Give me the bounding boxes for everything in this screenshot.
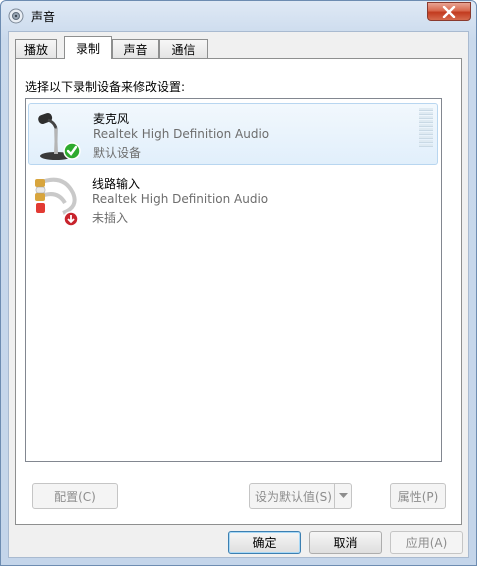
- tab-communications[interactable]: 通信: [159, 39, 208, 59]
- microphone-icon: [38, 112, 81, 160]
- set-default-dropdown-arrow[interactable]: [334, 484, 351, 508]
- line-in-cable-icon: [35, 177, 79, 227]
- recording-device-list[interactable]: 麦克风 Realtek High Definition Audio 默认设备 线…: [25, 98, 442, 462]
- speaker-icon: [8, 8, 24, 24]
- ok-button[interactable]: 确定: [228, 531, 301, 554]
- device-driver: Realtek High Definition Audio: [93, 127, 270, 141]
- device-status: 默认设备: [93, 146, 142, 160]
- close-button[interactable]: [427, 2, 471, 21]
- close-icon: [442, 5, 456, 18]
- configure-button[interactable]: 配置(C): [32, 483, 118, 509]
- device-item-microphone[interactable]: 麦克风 Realtek High Definition Audio 默认设备: [28, 103, 438, 165]
- dialog-client-area: 播放 录制 声音 通信 选择以下录制设备来修改设置: 麦克风 Realtek H…: [8, 31, 469, 558]
- input-level-meter: [419, 108, 433, 148]
- device-status: 未插入: [92, 211, 129, 225]
- title-bar[interactable]: 声音: [1, 1, 476, 31]
- cancel-button[interactable]: 取消: [309, 531, 382, 554]
- device-name: 线路输入: [92, 177, 141, 191]
- device-item-line-in[interactable]: 线路输入 Realtek High Definition Audio 未插入: [28, 169, 438, 231]
- device-driver: Realtek High Definition Audio: [92, 192, 269, 206]
- set-default-split-button[interactable]: 设为默认值(S): [249, 483, 352, 509]
- apply-button[interactable]: 应用(A): [390, 531, 463, 554]
- window-title: 声音: [31, 10, 56, 24]
- properties-button[interactable]: 属性(P): [390, 483, 446, 509]
- tab-sounds[interactable]: 声音: [112, 39, 159, 59]
- set-default-label: 设为默认值(S): [255, 489, 332, 504]
- tab-recording[interactable]: 录制: [64, 36, 112, 59]
- instruction-text: 选择以下录制设备来修改设置:: [25, 80, 186, 94]
- chevron-down-icon: [338, 493, 348, 498]
- tab-playback[interactable]: 播放: [15, 39, 57, 59]
- device-name: 麦克风: [93, 112, 130, 126]
- sound-dialog-window: 声音 播放 录制 声音 通信 选择以下录制设备来修改设置: 麦克风 Realte…: [0, 0, 477, 566]
